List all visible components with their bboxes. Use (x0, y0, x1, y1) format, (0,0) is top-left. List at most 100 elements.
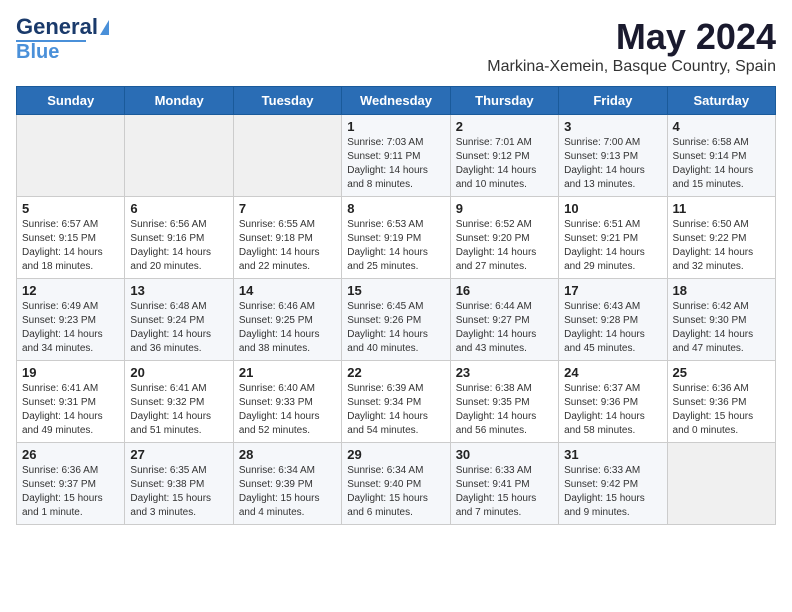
header-wednesday: Wednesday (342, 87, 450, 115)
calendar-cell: 29 Sunrise: 6:34 AM Sunset: 9:40 PM Dayli… (342, 443, 450, 525)
calendar-cell: 26 Sunrise: 6:36 AM Sunset: 9:37 PM Dayli… (17, 443, 125, 525)
calendar-cell: 17Sunrise: 6:43 AM Sunset: 9:28 PM Dayli… (559, 279, 667, 361)
day-number: 17 (564, 283, 661, 298)
header-row: Sunday Monday Tuesday Wednesday Thursday… (17, 87, 776, 115)
day-number: 26 (22, 447, 119, 462)
day-info: Sunrise: 6:33 AM Sunset: 9:42 PM Dayligh… (564, 464, 661, 520)
calendar-cell: 21 Sunrise: 6:40 AM Sunset: 9:33 PM Dayli… (233, 361, 341, 443)
calendar-cell: 9 Sunrise: 6:52 AM Sunset: 9:20 PM Daylig… (450, 197, 558, 279)
logo-triangle-icon (100, 20, 109, 35)
logo-general: General (16, 16, 98, 38)
day-number: 21 (239, 365, 336, 380)
day-number: 25 (673, 365, 770, 380)
day-info: Sunrise: 6:36 AM Sunset: 9:37 PM Dayligh… (22, 464, 119, 520)
day-number: 6 (130, 201, 227, 216)
calendar-cell: 12 Sunrise: 6:49 AM Sunset: 9:23 PM Dayli… (17, 279, 125, 361)
day-number: 8 (347, 201, 444, 216)
day-number: 20 (130, 365, 227, 380)
calendar-cell: 3 Sunrise: 7:00 AM Sunset: 9:13 PM Daylig… (559, 115, 667, 197)
day-number: 19 (22, 365, 119, 380)
day-info: Sunrise: 6:40 AM Sunset: 9:33 PM Dayligh… (239, 382, 336, 438)
day-info: Sunrise: 6:56 AM Sunset: 9:16 PM Dayligh… (130, 218, 227, 274)
day-info: Sunrise: 7:03 AM Sunset: 9:11 PM Dayligh… (347, 136, 444, 192)
calendar-cell (233, 115, 341, 197)
day-info: Sunrise: 6:57 AM Sunset: 9:15 PM Dayligh… (22, 218, 119, 274)
day-number: 9 (456, 201, 553, 216)
day-info: Sunrise: 6:42 AM Sunset: 9:30 PM Dayligh… (673, 300, 770, 356)
calendar-cell: 10 Sunrise: 6:51 AM Sunset: 9:21 PM Dayli… (559, 197, 667, 279)
calendar-header: Sunday Monday Tuesday Wednesday Thursday… (17, 87, 776, 115)
calendar-cell: 14Sunrise: 6:46 AM Sunset: 9:25 PM Dayli… (233, 279, 341, 361)
day-info: Sunrise: 6:53 AM Sunset: 9:19 PM Dayligh… (347, 218, 444, 274)
day-number: 5 (22, 201, 119, 216)
day-number: 31 (564, 447, 661, 462)
day-info: Sunrise: 6:44 AM Sunset: 9:27 PM Dayligh… (456, 300, 553, 356)
calendar-cell: 5 Sunrise: 6:57 AM Sunset: 9:15 PM Daylig… (17, 197, 125, 279)
day-info: Sunrise: 6:37 AM Sunset: 9:36 PM Dayligh… (564, 382, 661, 438)
day-number: 29 (347, 447, 444, 462)
day-info: Sunrise: 6:39 AM Sunset: 9:34 PM Dayligh… (347, 382, 444, 438)
calendar-cell: 19 Sunrise: 6:41 AM Sunset: 9:31 PM Dayli… (17, 361, 125, 443)
calendar-cell: 8 Sunrise: 6:53 AM Sunset: 9:19 PM Daylig… (342, 197, 450, 279)
day-info: Sunrise: 7:01 AM Sunset: 9:12 PM Dayligh… (456, 136, 553, 192)
day-info: Sunrise: 6:45 AM Sunset: 9:26 PM Dayligh… (347, 300, 444, 356)
day-number: 22 (347, 365, 444, 380)
calendar-cell: 27Sunrise: 6:35 AM Sunset: 9:38 PM Dayli… (125, 443, 233, 525)
page-header: General Blue May 2024 Markina-Xemein, Ba… (16, 16, 776, 76)
day-info: Sunrise: 6:46 AM Sunset: 9:25 PM Dayligh… (239, 300, 336, 356)
day-number: 30 (456, 447, 553, 462)
header-sunday: Sunday (17, 87, 125, 115)
calendar-body: 1 Sunrise: 7:03 AM Sunset: 9:11 PM Daylig… (17, 115, 776, 525)
calendar-cell: 15Sunrise: 6:45 AM Sunset: 9:26 PM Dayli… (342, 279, 450, 361)
day-number: 2 (456, 119, 553, 134)
calendar-cell: 24 Sunrise: 6:37 AM Sunset: 9:36 PM Dayli… (559, 361, 667, 443)
calendar-week-4: 19 Sunrise: 6:41 AM Sunset: 9:31 PM Dayli… (17, 361, 776, 443)
day-number: 16 (456, 283, 553, 298)
calendar-cell: 20Sunrise: 6:41 AM Sunset: 9:32 PM Dayli… (125, 361, 233, 443)
calendar-cell (17, 115, 125, 197)
calendar-cell: 30 Sunrise: 6:33 AM Sunset: 9:41 PM Dayli… (450, 443, 558, 525)
calendar-cell (125, 115, 233, 197)
day-info: Sunrise: 6:50 AM Sunset: 9:22 PM Dayligh… (673, 218, 770, 274)
calendar-cell: 22 Sunrise: 6:39 AM Sunset: 9:34 PM Dayli… (342, 361, 450, 443)
calendar-cell: 13Sunrise: 6:48 AM Sunset: 9:24 PM Dayli… (125, 279, 233, 361)
day-info: Sunrise: 6:33 AM Sunset: 9:41 PM Dayligh… (456, 464, 553, 520)
header-tuesday: Tuesday (233, 87, 341, 115)
day-number: 10 (564, 201, 661, 216)
logo-blue: Blue (16, 42, 59, 62)
calendar-cell: 18 Sunrise: 6:42 AM Sunset: 9:30 PM Dayli… (667, 279, 775, 361)
day-info: Sunrise: 6:41 AM Sunset: 9:31 PM Dayligh… (22, 382, 119, 438)
day-number: 1 (347, 119, 444, 134)
day-info: Sunrise: 7:00 AM Sunset: 9:13 PM Dayligh… (564, 136, 661, 192)
day-number: 23 (456, 365, 553, 380)
day-number: 3 (564, 119, 661, 134)
day-info: Sunrise: 6:51 AM Sunset: 9:21 PM Dayligh… (564, 218, 661, 274)
day-number: 12 (22, 283, 119, 298)
header-friday: Friday (559, 87, 667, 115)
day-info: Sunrise: 6:34 AM Sunset: 9:40 PM Dayligh… (347, 464, 444, 520)
day-number: 28 (239, 447, 336, 462)
header-monday: Monday (125, 87, 233, 115)
calendar-subtitle: Markina-Xemein, Basque Country, Spain (487, 58, 776, 76)
calendar-title: May 2024 (487, 16, 776, 58)
calendar-cell: 11 Sunrise: 6:50 AM Sunset: 9:22 PM Dayli… (667, 197, 775, 279)
calendar-cell: 25Sunrise: 6:36 AM Sunset: 9:36 PM Dayli… (667, 361, 775, 443)
calendar-week-2: 5 Sunrise: 6:57 AM Sunset: 9:15 PM Daylig… (17, 197, 776, 279)
header-thursday: Thursday (450, 87, 558, 115)
calendar-cell (667, 443, 775, 525)
day-number: 11 (673, 201, 770, 216)
calendar-cell: 28Sunrise: 6:34 AM Sunset: 9:39 PM Dayli… (233, 443, 341, 525)
day-number: 7 (239, 201, 336, 216)
calendar-cell: 7 Sunrise: 6:55 AM Sunset: 9:18 PM Daylig… (233, 197, 341, 279)
calendar-cell: 1 Sunrise: 7:03 AM Sunset: 9:11 PM Daylig… (342, 115, 450, 197)
day-number: 4 (673, 119, 770, 134)
logo: General Blue (16, 16, 109, 62)
day-number: 24 (564, 365, 661, 380)
day-number: 18 (673, 283, 770, 298)
title-block: May 2024 Markina-Xemein, Basque Country,… (487, 16, 776, 76)
day-info: Sunrise: 6:52 AM Sunset: 9:20 PM Dayligh… (456, 218, 553, 274)
day-info: Sunrise: 6:49 AM Sunset: 9:23 PM Dayligh… (22, 300, 119, 356)
day-info: Sunrise: 6:55 AM Sunset: 9:18 PM Dayligh… (239, 218, 336, 274)
calendar-cell: 23Sunrise: 6:38 AM Sunset: 9:35 PM Dayli… (450, 361, 558, 443)
header-saturday: Saturday (667, 87, 775, 115)
